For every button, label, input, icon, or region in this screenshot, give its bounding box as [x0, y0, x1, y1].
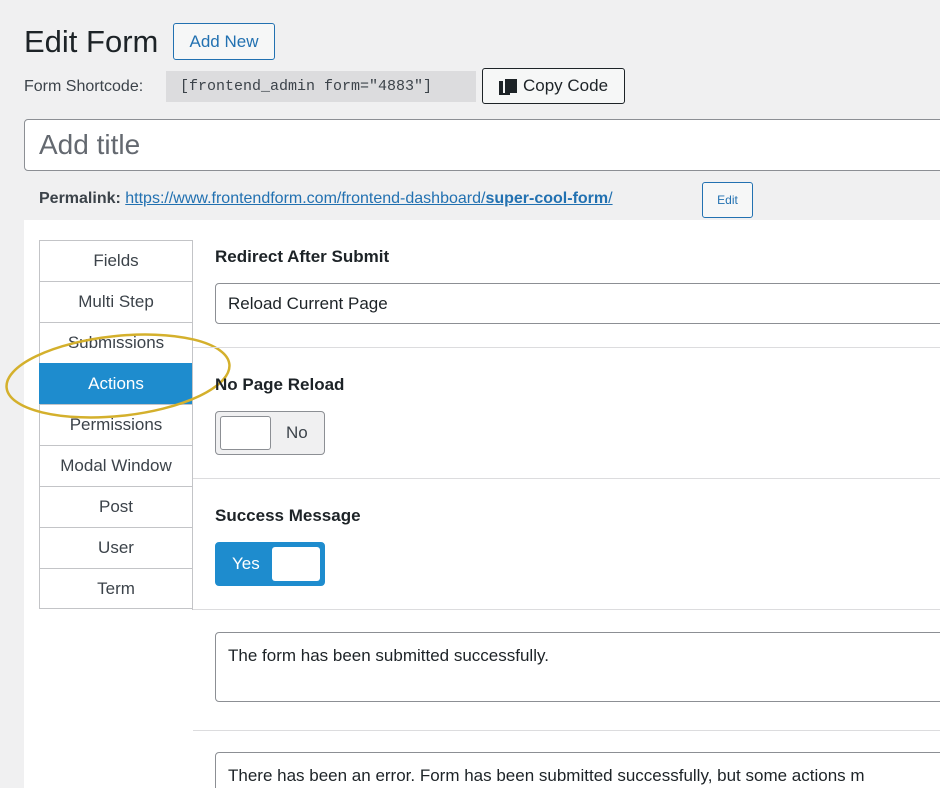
title-input[interactable] — [24, 119, 940, 171]
error-message-textarea[interactable]: There has been an error. Form has been s… — [215, 752, 940, 788]
settings-tabs: Fields Multi Step Submissions Actions Pe… — [39, 240, 193, 609]
tab-submissions[interactable]: Submissions — [39, 322, 193, 363]
tab-permissions[interactable]: Permissions — [39, 404, 193, 445]
tab-actions[interactable]: Actions — [39, 363, 193, 404]
redirect-label: Redirect After Submit — [215, 247, 390, 266]
permalink-link[interactable]: https://www.frontendform.com/frontend-da… — [125, 190, 612, 207]
permalink-base: https://www.frontendform.com/frontend-da… — [125, 190, 486, 207]
tab-term[interactable]: Term — [39, 568, 193, 609]
copy-code-button[interactable]: Copy Code — [482, 68, 625, 104]
shortcode-label: Form Shortcode: — [24, 78, 144, 95]
redirect-select[interactable]: Reload Current Page — [215, 283, 940, 324]
section-divider — [193, 730, 940, 731]
toggle-knob — [220, 416, 271, 450]
no-page-reload-toggle[interactable]: No — [215, 411, 325, 455]
page-title: Edit Form — [24, 24, 159, 59]
permalink-label: Permalink: — [39, 190, 121, 207]
toggle-state-label: Yes — [232, 554, 260, 573]
toggle-state-label: No — [286, 423, 308, 442]
success-message-label: Success Message — [215, 506, 361, 525]
permalink: Permalink: https://www.frontendform.com/… — [39, 188, 613, 210]
permalink-trailing: / — [608, 190, 613, 207]
section-divider — [193, 478, 940, 479]
tab-post[interactable]: Post — [39, 486, 193, 527]
no-page-reload-label: No Page Reload — [215, 375, 345, 394]
edit-slug-button[interactable]: Edit — [702, 182, 753, 218]
tab-user[interactable]: User — [39, 527, 193, 568]
add-new-button[interactable]: Add New — [173, 23, 275, 60]
tab-multi-step[interactable]: Multi Step — [39, 281, 193, 322]
tab-modal-window[interactable]: Modal Window — [39, 445, 193, 486]
tabs-divider — [192, 240, 193, 610]
section-divider — [193, 347, 940, 348]
toggle-knob — [272, 547, 320, 581]
tab-fields[interactable]: Fields — [39, 240, 193, 281]
copy-code-label: Copy Code — [523, 76, 609, 95]
success-message-textarea[interactable]: The form has been submitted successfully… — [215, 632, 940, 702]
section-divider — [193, 609, 940, 610]
permalink-slug: super-cool-form — [485, 190, 609, 207]
success-message-toggle[interactable]: Yes — [215, 542, 325, 586]
shortcode-value: [frontend_admin form="4883"] — [166, 71, 476, 102]
copy-icon — [499, 77, 517, 95]
